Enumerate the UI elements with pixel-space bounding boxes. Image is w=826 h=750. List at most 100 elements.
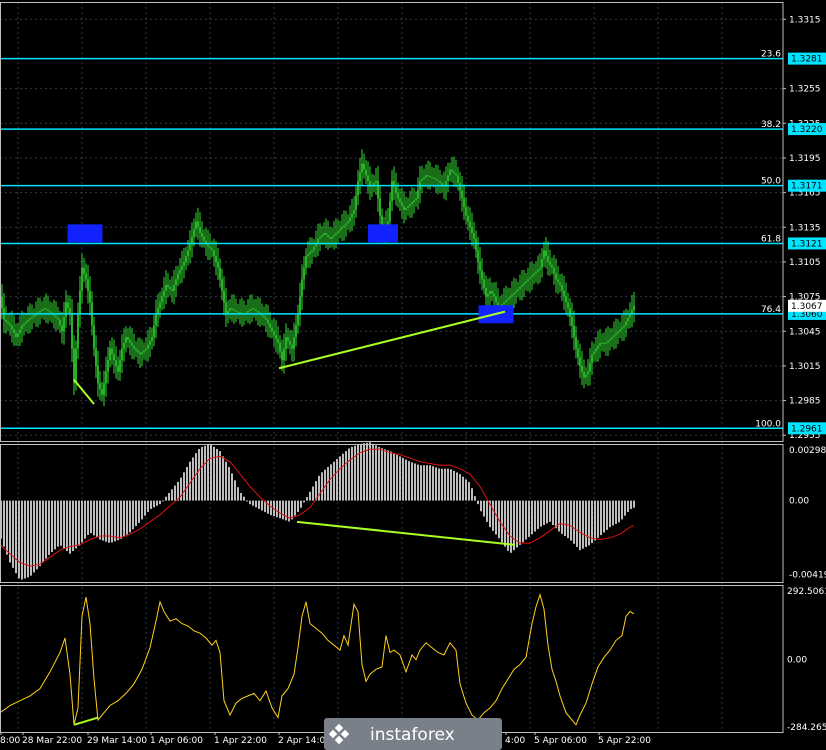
candle-body: [231, 308, 233, 310]
candle-body: [309, 252, 311, 255]
candle-body: [491, 290, 493, 294]
candle-body: [621, 327, 623, 330]
candle-body: [63, 316, 65, 332]
histogram-bar: [171, 489, 173, 501]
candle-body: [359, 172, 361, 182]
histogram-bar: [282, 500, 284, 520]
histogram-bar: [333, 461, 335, 501]
price-tag[interactable]: 1.3281: [788, 52, 826, 65]
histogram-bar: [468, 482, 470, 501]
histogram-bar: [222, 456, 224, 501]
candle-body: [575, 337, 577, 349]
candle-body: [319, 236, 321, 239]
candle-body: [137, 350, 139, 353]
candle-body: [577, 348, 579, 358]
histogram-bar: [30, 500, 32, 576]
histogram-bar: [255, 500, 257, 508]
candle-body: [475, 238, 477, 251]
histogram-bar: [162, 500, 164, 502]
candle-body: [311, 250, 313, 253]
histogram-bar: [267, 500, 269, 514]
candle-body: [547, 256, 549, 262]
price-tick-label: 1.3255: [789, 85, 821, 95]
histogram-bar: [429, 465, 431, 501]
candle-body: [565, 296, 567, 303]
histogram-bar: [453, 470, 455, 501]
candle-body: [111, 348, 113, 355]
candle-body: [363, 163, 365, 170]
candle-body: [133, 345, 135, 349]
histogram-bar: [576, 500, 578, 547]
histogram-bar: [138, 500, 140, 523]
candle-body: [249, 309, 251, 312]
candle-body: [451, 169, 453, 172]
histogram-bar: [549, 500, 551, 522]
candle-body: [347, 221, 349, 224]
candle-body: [503, 302, 505, 305]
price-tick-label: 1.3105: [789, 258, 821, 268]
time-tick-label: 29 Mar 14:00: [87, 736, 147, 746]
candle-body: [119, 360, 121, 372]
histogram-bar: [60, 500, 62, 546]
price-tag[interactable]: 1.3220: [788, 123, 826, 136]
candle-body: [251, 308, 253, 310]
histogram-bar: [102, 500, 104, 541]
histogram-bar: [156, 500, 158, 506]
histogram-bar: [24, 500, 26, 579]
candle-body: [425, 175, 427, 178]
histogram-bar: [450, 469, 452, 501]
candle-body: [49, 311, 51, 313]
histogram-bar: [579, 500, 581, 551]
candle-body: [71, 313, 73, 349]
candle-body: [321, 234, 323, 237]
price-tick-label: 1.3315: [789, 15, 821, 25]
candle-body: [303, 267, 305, 280]
candle-body: [533, 273, 535, 276]
histogram-bar: [204, 445, 206, 501]
histogram-bar: [246, 500, 248, 502]
candle-body: [25, 321, 27, 324]
candle-body: [23, 323, 25, 326]
histogram-bar: [609, 500, 611, 528]
candle-body: [459, 182, 461, 191]
histogram-bar: [21, 500, 23, 580]
price-tag[interactable]: 1.3121: [788, 237, 826, 250]
histogram-bar: [447, 468, 449, 501]
candle-body: [525, 281, 527, 284]
candle-body: [483, 279, 485, 288]
histogram-bar: [318, 475, 320, 501]
candle-body: [295, 325, 297, 338]
candle-body: [155, 313, 157, 326]
histogram-bar: [471, 488, 473, 501]
candle-body: [615, 333, 617, 336]
candle-body: [517, 288, 519, 291]
histogram-bar: [258, 500, 260, 509]
price-tick-label: 1.3015: [789, 362, 821, 372]
histogram-bar: [459, 474, 461, 501]
candle-body: [625, 321, 627, 326]
histogram-bar: [132, 500, 134, 530]
histogram-bar: [435, 467, 437, 501]
candle-body: [431, 176, 433, 178]
candle-body: [109, 348, 111, 361]
candle-body: [41, 309, 43, 312]
candle-body: [561, 285, 563, 291]
candle-body: [349, 217, 351, 222]
candle-body: [417, 189, 419, 199]
candle-body: [131, 342, 133, 346]
histogram-bar: [207, 444, 209, 501]
current-price-tag[interactable]: 1.3067: [788, 299, 826, 312]
candle-body: [55, 315, 57, 318]
candle-body: [143, 350, 145, 353]
candle-body: [415, 198, 417, 201]
candle-body: [145, 348, 147, 351]
candle-body: [103, 383, 105, 395]
histogram-bar: [6, 500, 8, 555]
candle-body: [1, 296, 3, 309]
candle-body: [511, 294, 513, 297]
histogram-bar: [141, 500, 143, 520]
price-tag[interactable]: 1.2961: [788, 422, 826, 435]
candle-body: [59, 319, 61, 326]
time-tick-label: 5 Apr 22:00: [598, 736, 651, 746]
price-tag[interactable]: 1.3171: [788, 179, 826, 192]
